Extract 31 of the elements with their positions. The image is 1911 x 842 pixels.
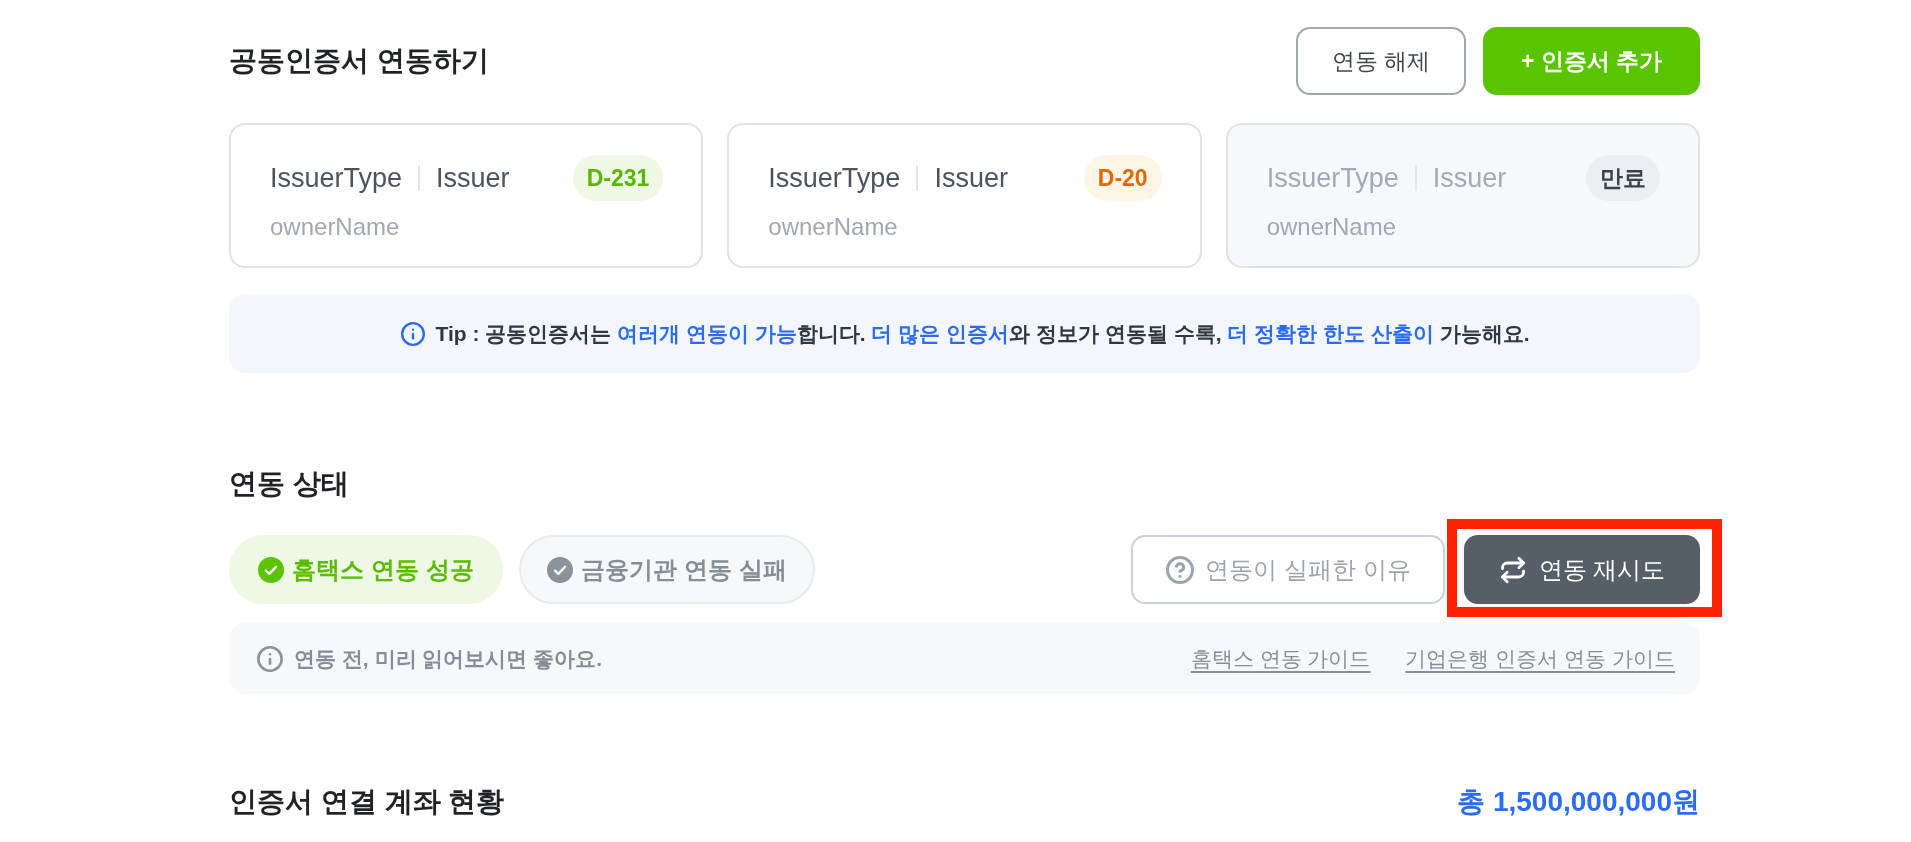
issuer-text: Issuer: [1432, 162, 1507, 195]
total-amount-text: 총 1,500,000,000원: [1457, 785, 1700, 819]
section-title: 공동인증서 연동하기: [229, 44, 489, 78]
issuer-text: Issuer: [436, 162, 510, 195]
status-label: 금융기관 연동 실패: [581, 554, 787, 585]
section-title: 인증서 연결 계좌 현황: [229, 785, 505, 819]
owner-name-text: ownerName: [1266, 212, 1397, 242]
owner-name-text: ownerName: [270, 212, 400, 242]
certificate-card[interactable]: IssuerType Issuer 만료 ownerName: [1225, 123, 1700, 268]
issuer-type-text: IssuerType: [270, 162, 403, 195]
repeat-icon: [1498, 555, 1527, 584]
unlink-button[interactable]: 연동 해제: [1296, 27, 1466, 95]
certificate-card[interactable]: IssuerType Issuer D-20 ownerName: [727, 123, 1202, 268]
expiry-badge: D-20: [1083, 155, 1162, 201]
issuer-type-text: IssuerType: [768, 162, 901, 195]
expiry-badge: 만료: [1586, 155, 1660, 201]
help-icon: [1165, 554, 1196, 585]
guide-note-text: 연동 전, 미리 읽어보시면 좋아요.: [294, 645, 602, 672]
issuer-text: Issuer: [934, 162, 1008, 195]
section-title: 연동 상태: [229, 467, 349, 501]
certificate-card[interactable]: IssuerType Issuer D-231 ownerName: [229, 123, 704, 268]
check-circle-icon: [258, 556, 285, 583]
info-icon: [256, 644, 284, 673]
retry-button[interactable]: 연동 재시도: [1464, 535, 1700, 604]
tip-text: Tip : 공동인증서는 여러개 연동이 가능합니다. 더 많은 인증서와 정보가 연동될 수록, 더 정확한 한도 산출이 가능해요.: [435, 320, 1530, 347]
owner-name-text: ownerName: [768, 212, 898, 242]
issuer-type-text: IssuerType: [1266, 162, 1399, 195]
check-circle-icon: [547, 556, 574, 583]
info-icon: [399, 320, 426, 347]
expiry-badge: D-231: [572, 155, 664, 201]
status-label: 홈택스 연동 성공: [292, 554, 474, 585]
